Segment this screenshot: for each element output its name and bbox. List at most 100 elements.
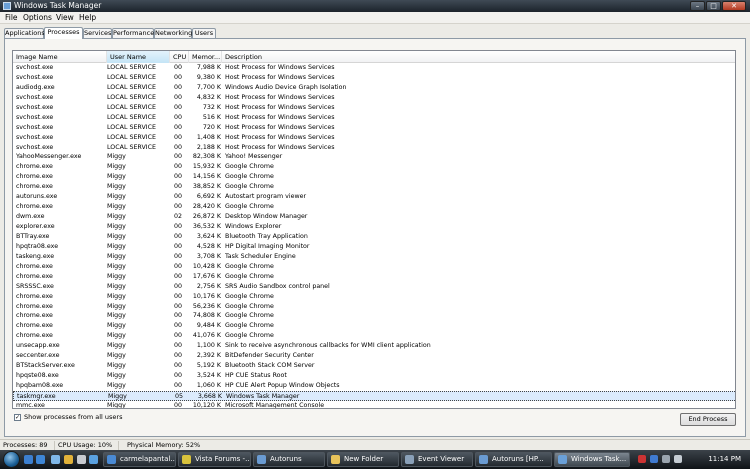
process-row[interactable]: hpqtra08.exe Miggy 00 4,528 K HP Digital Ima…	[13, 242, 735, 252]
process-memory: 1,060 K	[196, 382, 221, 389]
taskbar-item-autoruns-hp[interactable]: Autoruns [HP...	[475, 452, 552, 467]
process-row[interactable]: chrome.exe Miggy 00 56,236 K Google Chrome	[13, 302, 735, 312]
clock[interactable]: 11:14 PM	[708, 452, 741, 467]
switch-windows-icon[interactable]	[51, 455, 60, 464]
process-row[interactable]: svchost.exe LOCAL SERVICE 00 1,408 K Host Pr…	[13, 133, 735, 143]
column-cpu[interactable]: CPU	[170, 51, 189, 63]
column-user-name[interactable]: User Name	[107, 51, 170, 63]
messenger-icon[interactable]	[64, 455, 73, 464]
process-row[interactable]: dwm.exe Miggy 02 26,872 K Desktop Window Man…	[13, 212, 735, 222]
column-description[interactable]: Description	[222, 51, 735, 63]
bluetooth-tray-icon[interactable]	[650, 455, 658, 463]
process-row[interactable]: seccenter.exe Miggy 00 2,392 K BitDefender S…	[13, 351, 735, 361]
process-row[interactable]: mmc.exe Miggy 00 10,120 K Microsoft Manageme…	[13, 401, 735, 408]
network-tray-icon[interactable]	[662, 455, 670, 463]
process-row[interactable]: svchost.exe LOCAL SERVICE 00 720 K Host Proc…	[13, 123, 735, 133]
process-row[interactable]: svchost.exe LOCAL SERVICE 00 9,380 K Host Pr…	[13, 73, 735, 83]
process-user: LOCAL SERVICE	[107, 73, 157, 81]
taskbar-item-carmelapantal[interactable]: carmelapantal...	[103, 452, 176, 467]
process-name: YahooMessenger.exe	[16, 153, 82, 161]
process-description: Bluetooth Tray Application	[225, 232, 308, 240]
quick-launch-icon[interactable]	[77, 455, 86, 464]
taskbar-item-vista-forums[interactable]: Vista Forums -...	[178, 452, 251, 467]
process-row[interactable]: chrome.exe Miggy 00 41,076 K Google Chrome	[13, 331, 735, 341]
tab-users[interactable]: Users	[192, 28, 216, 38]
menu-help[interactable]: Help	[79, 13, 96, 23]
process-list[interactable]: Image Name User Name CPU Memor... Descri…	[12, 50, 736, 409]
process-cpu: 00	[174, 123, 183, 131]
process-row[interactable]: chrome.exe Miggy 00 28,420 K Google Chrome	[13, 202, 735, 212]
process-row[interactable]: BTTray.exe Miggy 00 3,624 K Bluetooth Tray A…	[13, 232, 735, 242]
window-controls: – □ ✕	[690, 1, 746, 11]
process-row[interactable]: svchost.exe LOCAL SERVICE 00 7,988 K Host Pr…	[13, 63, 735, 73]
process-memory: 74,808 K	[192, 312, 221, 320]
process-name: chrome.exe	[16, 262, 53, 270]
process-row[interactable]: YahooMessenger.exe Miggy 00 82,308 K Yahoo! …	[13, 152, 735, 162]
security-tray-icon[interactable]	[638, 455, 646, 463]
end-process-button[interactable]: End Process	[680, 413, 736, 426]
process-row[interactable]: chrome.exe Miggy 00 10,176 K Google Chrome	[13, 292, 735, 302]
process-row[interactable]: BTStackServer.exe Miggy 00 5,192 K Bluetooth…	[13, 361, 735, 371]
process-row[interactable]: chrome.exe Miggy 00 17,676 K Google Chrome	[13, 272, 735, 282]
maximize-button[interactable]: □	[706, 1, 721, 11]
process-row[interactable]: chrome.exe Miggy 00 10,428 K Google Chrome	[13, 262, 735, 272]
show-all-users-option[interactable]: ✓ Show processes from all users	[14, 412, 122, 422]
process-row[interactable]: taskeng.exe Miggy 00 3,708 K Task Scheduler …	[13, 252, 735, 262]
column-memory[interactable]: Memor...	[189, 51, 222, 63]
taskbar-item-task-manager[interactable]: Windows Task...	[554, 452, 630, 467]
process-row[interactable]: chrome.exe Miggy 00 15,932 K Google Chrome	[13, 162, 735, 172]
process-row[interactable]: SRSSSC.exe Miggy 00 2,756 K SRS Audio Sandbo…	[13, 282, 735, 292]
menu-file[interactable]: File	[5, 13, 18, 23]
process-cpu: 00	[174, 173, 183, 181]
process-user: LOCAL SERVICE	[107, 93, 157, 101]
process-row[interactable]: svchost.exe LOCAL SERVICE 00 4,832 K Host Pr…	[13, 93, 735, 103]
taskbar-item-new-folder[interactable]: New Folder	[327, 452, 399, 467]
process-row[interactable]: hpqste08.exe Miggy 00 3,524 K HP CUE Status …	[13, 371, 735, 381]
process-user: Miggy	[107, 322, 126, 330]
menu-options[interactable]: Options	[23, 13, 52, 23]
process-row[interactable]: chrome.exe Miggy 00 38,852 K Google Chrome	[13, 182, 735, 192]
quick-launch-icon-2[interactable]	[89, 455, 98, 464]
process-row[interactable]: audiodg.exe LOCAL SERVICE 00 7,700 K Windows…	[13, 83, 735, 93]
process-row[interactable]: autoruns.exe Miggy 00 6,692 K Autostart prog…	[13, 192, 735, 202]
process-user: Miggy	[107, 213, 126, 221]
taskbar-item-autoruns[interactable]: Autoruns	[253, 452, 325, 467]
minimize-button[interactable]: –	[690, 1, 705, 11]
process-name: chrome.exe	[16, 302, 53, 310]
process-row[interactable]: hpqbam08.exe Miggy 00 1,060 K HP CUE Alert P…	[13, 381, 735, 391]
tab-services[interactable]: Services	[83, 28, 112, 38]
process-description: Host Process for Windows Services	[225, 64, 335, 71]
process-description: Host Process for Windows Services	[225, 103, 335, 111]
tab-performance[interactable]: Performance	[112, 28, 154, 38]
process-row[interactable]: svchost.exe LOCAL SERVICE 00 732 K Host Proc…	[13, 103, 735, 113]
internet-explorer-icon[interactable]	[36, 455, 45, 464]
process-row[interactable]: explorer.exe Miggy 00 36,532 K Windows Explo…	[13, 222, 735, 232]
process-name: BTTray.exe	[16, 232, 50, 240]
show-all-users-checkbox[interactable]: ✓	[14, 413, 21, 421]
process-row[interactable]: taskmgr.exe Miggy 05 3,668 K Windows Task Ma…	[13, 390, 735, 401]
close-button[interactable]: ✕	[722, 1, 746, 11]
menu-view[interactable]: View	[56, 13, 74, 23]
show-desktop-icon[interactable]	[24, 455, 33, 464]
tab-networking[interactable]: Networking	[154, 28, 192, 38]
process-description: Host Process for Windows Services	[225, 133, 335, 141]
process-row[interactable]: chrome.exe Miggy 00 74,808 K Google Chrome	[13, 311, 735, 321]
process-row[interactable]: svchost.exe LOCAL SERVICE 00 2,188 K Host Pr…	[13, 143, 735, 153]
chrome-window-icon	[182, 455, 191, 464]
taskbar: carmelapantal... Vista Forums -... Autor…	[0, 450, 750, 469]
taskbar-item-event-viewer[interactable]: Event Viewer	[401, 452, 473, 467]
process-cpu: 00	[174, 372, 183, 380]
process-user: LOCAL SERVICE	[107, 133, 157, 141]
process-user: Miggy	[107, 252, 126, 260]
volume-tray-icon[interactable]	[674, 455, 682, 463]
process-row[interactable]: unsecapp.exe Miggy 00 1,100 K Sink to receiv…	[13, 341, 735, 351]
process-row[interactable]: svchost.exe LOCAL SERVICE 00 516 K Host Proc…	[13, 113, 735, 123]
tab-processes[interactable]: Processes	[44, 27, 83, 39]
process-description: HP Digital Imaging Monitor	[225, 242, 310, 250]
menu-bar: File Options View Help	[0, 12, 750, 24]
process-row[interactable]: chrome.exe Miggy 00 9,484 K Google Chrome	[13, 321, 735, 331]
tab-applications[interactable]: Applications	[4, 28, 45, 38]
process-row[interactable]: chrome.exe Miggy 00 14,156 K Google Chrome	[13, 172, 735, 182]
column-image-name[interactable]: Image Name	[13, 51, 107, 63]
start-button[interactable]	[3, 451, 20, 468]
